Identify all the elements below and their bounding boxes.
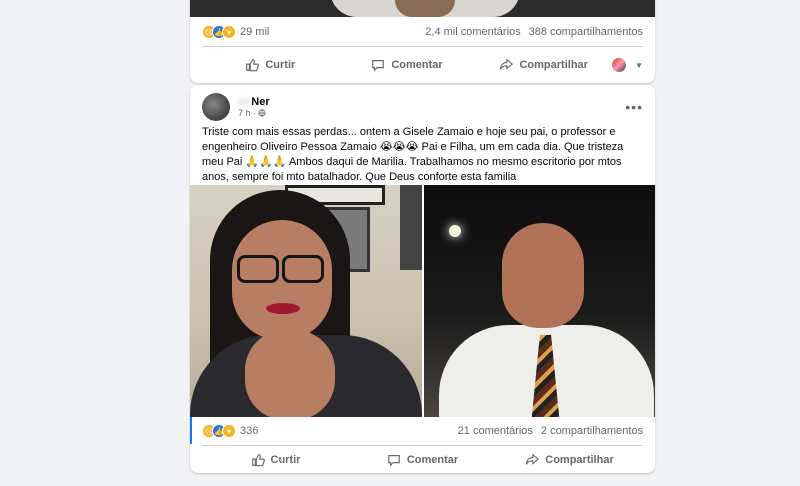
share-button[interactable]: Compartilhar [475,58,612,72]
share-button[interactable]: Compartilhar [496,453,643,467]
comment-button[interactable]: Comentar [339,58,476,72]
comment-button[interactable]: Comentar [349,453,496,467]
speech-bubble-icon [372,60,385,72]
post-text: Triste com mais essas perdas... ontem a … [202,126,624,183]
reactions-count[interactable]: 29 mil [240,26,269,38]
post-actions: Curtir Comentar Compartilhar [202,445,643,473]
ceiling-light [448,225,461,237]
glasses [282,255,324,283]
previous-post-card: ☹ 👍 ♥ 29 mil 2,4 mil comentários 388 com… [190,0,655,83]
glasses [237,255,279,283]
photo-man[interactable] [423,185,655,417]
comments-count[interactable]: 2,4 mil comentários [425,26,520,38]
shares-count[interactable]: 2 compartilhamentos [541,425,643,437]
like-button[interactable]: Curtir [202,58,339,72]
reaction-icons[interactable]: ☹ 👍 ♥ [202,25,236,39]
photo-woman[interactable] [190,185,422,417]
avatar [612,58,627,72]
reaction-icons[interactable]: ☹ 👍 ♥ [202,424,236,438]
shares-count[interactable]: 388 compartilhamentos [529,26,643,38]
comments-count[interactable]: 21 comentários [458,425,533,437]
thumbs-up-icon [246,59,260,72]
speech-bubble-icon [388,455,400,467]
picture-frame [400,185,422,270]
post-header: ●●Ner 7 h · ••• [202,93,643,121]
previous-post-actions: Curtir Comentar Compartilhar ▼ [202,50,643,80]
photo-collar [395,0,455,17]
comment-label: Comentar [406,454,459,466]
thumbs-up-icon [251,454,265,467]
globe-icon [258,109,266,117]
previous-post-stats: ☹ 👍 ♥ 29 mil 2,4 mil comentários 388 com… [190,18,655,46]
like-label: Curtir [270,454,301,466]
more-options-icon[interactable]: ••• [625,99,643,115]
like-label: Curtir [265,59,296,71]
post-photos [190,185,655,417]
comment-label: Comentar [391,59,443,71]
chevron-down-icon: ▼ [635,60,643,70]
blurred-name: ●● [238,96,252,108]
care-icon: ♥ [222,424,236,438]
reactions-count[interactable]: 336 [240,425,258,437]
previous-post-photo[interactable] [190,0,655,17]
man-face [501,223,584,328]
post-time[interactable]: 7 h · [238,108,270,118]
share-label: Compartilhar [545,454,614,466]
woman-neck [245,330,335,417]
author-name[interactable]: ●●Ner [238,96,270,108]
timestamp: 7 h · [238,108,257,118]
author-avatar[interactable] [202,93,230,121]
lips [266,303,300,314]
care-icon: ♥ [222,25,236,39]
reaction-audience-selector[interactable]: ▼ [612,58,643,72]
post-stats: ☹ 👍 ♥ 336 21 comentários 2 compartilhame… [190,417,655,445]
share-arrow-icon [500,58,514,70]
divider [202,46,643,47]
share-label: Compartilhar [519,59,588,71]
author-info: ●●Ner 7 h · [238,96,270,118]
post-card: ●●Ner 7 h · ••• Triste com mais essas pe… [190,85,655,473]
like-button[interactable]: Curtir [202,453,349,467]
author-name-text: Ner [251,96,270,108]
share-arrow-icon [526,453,540,465]
